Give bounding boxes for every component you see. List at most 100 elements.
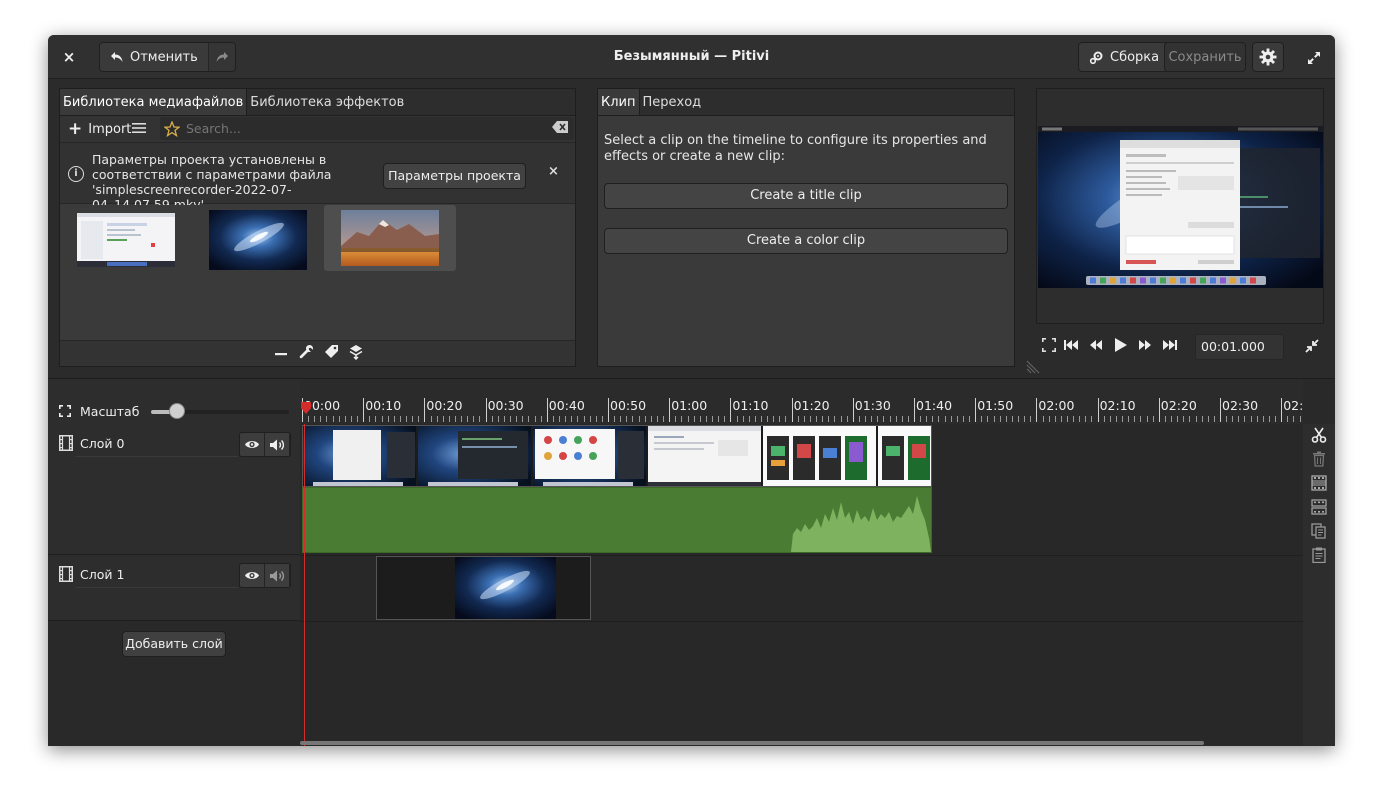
- ruler-minor-tick: [577, 416, 579, 422]
- gear-icon: [1259, 48, 1277, 66]
- media-tabs: Библиотека медиафайлов Библиотека эффект…: [60, 89, 575, 116]
- video-clip-layer-1[interactable]: [376, 556, 591, 620]
- fullscreen-button[interactable]: [1303, 47, 1325, 69]
- timecode-field[interactable]: 00:01.000: [1195, 334, 1284, 360]
- ruler-minor-tick: [1262, 416, 1264, 422]
- video-clip-layer-0[interactable]: [302, 425, 932, 487]
- ruler-minor-tick: [962, 416, 964, 422]
- play-button[interactable]: [1114, 337, 1128, 357]
- ruler-minor-tick: [406, 416, 408, 422]
- zoom-fit-button[interactable]: [59, 405, 71, 421]
- ruler-minor-tick: [1226, 416, 1228, 422]
- layer-visibility-toggle[interactable]: [240, 564, 265, 587]
- clip-properties-button[interactable]: [299, 344, 314, 363]
- search-input[interactable]: [186, 121, 546, 136]
- list-view-icon[interactable]: [132, 122, 146, 138]
- ruler-minor-tick: [644, 416, 646, 422]
- ruler-minor-tick: [1177, 416, 1179, 422]
- playhead-marker-icon[interactable]: [301, 402, 311, 414]
- ruler-time-label: 02:30: [1222, 398, 1259, 413]
- insert-at-end-button[interactable]: [349, 344, 363, 364]
- info-icon: i: [68, 166, 84, 182]
- create-title-clip-button[interactable]: Create a title clip: [604, 183, 1008, 209]
- track-area[interactable]: [300, 424, 1303, 746]
- gears-icon: [1089, 51, 1103, 64]
- layer-name[interactable]: Слой 0: [80, 436, 124, 451]
- ungroup-clips-button[interactable]: [1311, 498, 1327, 516]
- ruler-major-tick: [914, 398, 915, 422]
- ruler-minor-tick: [773, 416, 775, 422]
- import-button[interactable]: + Import: [60, 116, 139, 142]
- ruler-minor-tick: [656, 416, 658, 422]
- ruler-time-label: 00:40: [548, 398, 585, 413]
- ruler-minor-tick: [718, 416, 720, 422]
- project-settings-button[interactable]: Параметры проекта: [383, 163, 526, 189]
- ruler-minor-tick: [559, 416, 561, 422]
- ruler-minor-tick: [944, 416, 946, 422]
- settings-menu-button[interactable]: [1252, 42, 1284, 72]
- clear-search-icon[interactable]: [552, 121, 568, 133]
- layer-audio-toggle[interactable]: [265, 564, 290, 587]
- pane-resize-grip[interactable]: [1026, 360, 1040, 378]
- go-to-start-button[interactable]: [1064, 339, 1079, 355]
- ruler-minor-tick: [663, 416, 665, 422]
- ruler-minor-tick: [1018, 416, 1020, 422]
- render-button[interactable]: Сборка: [1078, 42, 1171, 72]
- ruler-minor-tick: [565, 416, 567, 422]
- media-thumbnails: [60, 205, 575, 340]
- paste-clip-button[interactable]: [1311, 546, 1327, 564]
- layer-name[interactable]: Слой 1: [80, 567, 124, 582]
- ruler-minor-tick: [1067, 416, 1068, 422]
- ruler-minor-tick: [601, 416, 603, 422]
- create-color-clip-button[interactable]: Create a color clip: [604, 228, 1008, 254]
- import-label: Import: [88, 121, 132, 137]
- search-field[interactable]: [160, 117, 574, 140]
- ruler-major-tick: [1036, 398, 1038, 422]
- layer-audio-toggle[interactable]: [265, 433, 290, 456]
- media-item-galaxy-wallpaper[interactable]: [209, 210, 307, 270]
- tab-effects-library[interactable]: Библиотека эффектов: [247, 89, 407, 115]
- ruler-minor-tick: [1115, 416, 1117, 422]
- ruler-minor-tick: [1250, 416, 1252, 422]
- ruler-minor-tick: [828, 416, 830, 422]
- tab-media-library[interactable]: Библиотека медиафайлов: [60, 89, 248, 115]
- save-button[interactable]: Сохранить: [1164, 42, 1246, 72]
- ruler-minor-tick: [699, 416, 701, 422]
- ruler-minor-tick: [418, 416, 420, 422]
- group-clips-button[interactable]: [1311, 474, 1327, 492]
- clip-properties-panel: Клип Переход Select a clip on the timeli…: [597, 88, 1015, 367]
- ruler-minor-tick: [1244, 416, 1246, 422]
- viewer-undock-button[interactable]: [1305, 339, 1319, 357]
- tag-media-button[interactable]: [324, 344, 339, 363]
- go-to-end-button[interactable]: [1162, 339, 1177, 355]
- remove-media-button[interactable]: [273, 352, 289, 356]
- ruler-minor-tick: [724, 416, 726, 422]
- delete-clip-button[interactable]: [1311, 450, 1327, 468]
- infobar-close-button[interactable]: ×: [548, 164, 559, 179]
- layer-visibility-toggle[interactable]: [240, 433, 265, 456]
- film-icon: [59, 435, 73, 451]
- timeline-ruler[interactable]: 00:00 00:10 00:20 00:30 00:40 00:50 01:00 01:10…: [300, 379, 1303, 424]
- playhead[interactable]: [304, 424, 305, 746]
- split-clip-button[interactable]: [1311, 426, 1327, 444]
- timeline-toolbar: [1303, 424, 1335, 746]
- seek-forward-button[interactable]: [1138, 339, 1152, 355]
- zoom-slider-handle[interactable]: [169, 403, 185, 419]
- copy-clip-button[interactable]: [1311, 522, 1327, 540]
- add-layer-button[interactable]: Добавить слой: [122, 631, 226, 657]
- tab-clip[interactable]: Клип: [598, 89, 640, 115]
- skip-forward-icon: [1163, 340, 1177, 350]
- ruler-major-tick: [1097, 398, 1099, 422]
- ruler-minor-tick: [767, 416, 769, 422]
- media-item-mountain-wallpaper[interactable]: [324, 205, 456, 271]
- collapse-icon: [1305, 339, 1319, 353]
- timeline-horizontal-scrollbar[interactable]: [300, 741, 1204, 745]
- media-item-screen-recording[interactable]: [77, 210, 175, 270]
- audio-clip-layer-0[interactable]: [302, 487, 932, 553]
- viewer-fit-button[interactable]: [1042, 338, 1056, 356]
- ruler-minor-tick: [748, 416, 750, 422]
- seek-backward-button[interactable]: [1089, 339, 1103, 355]
- tab-transition[interactable]: Переход: [640, 89, 705, 115]
- ruler-time-label: 02:20: [1160, 398, 1197, 413]
- infobar-message: Параметры проекта установлены в соответс…: [92, 152, 332, 212]
